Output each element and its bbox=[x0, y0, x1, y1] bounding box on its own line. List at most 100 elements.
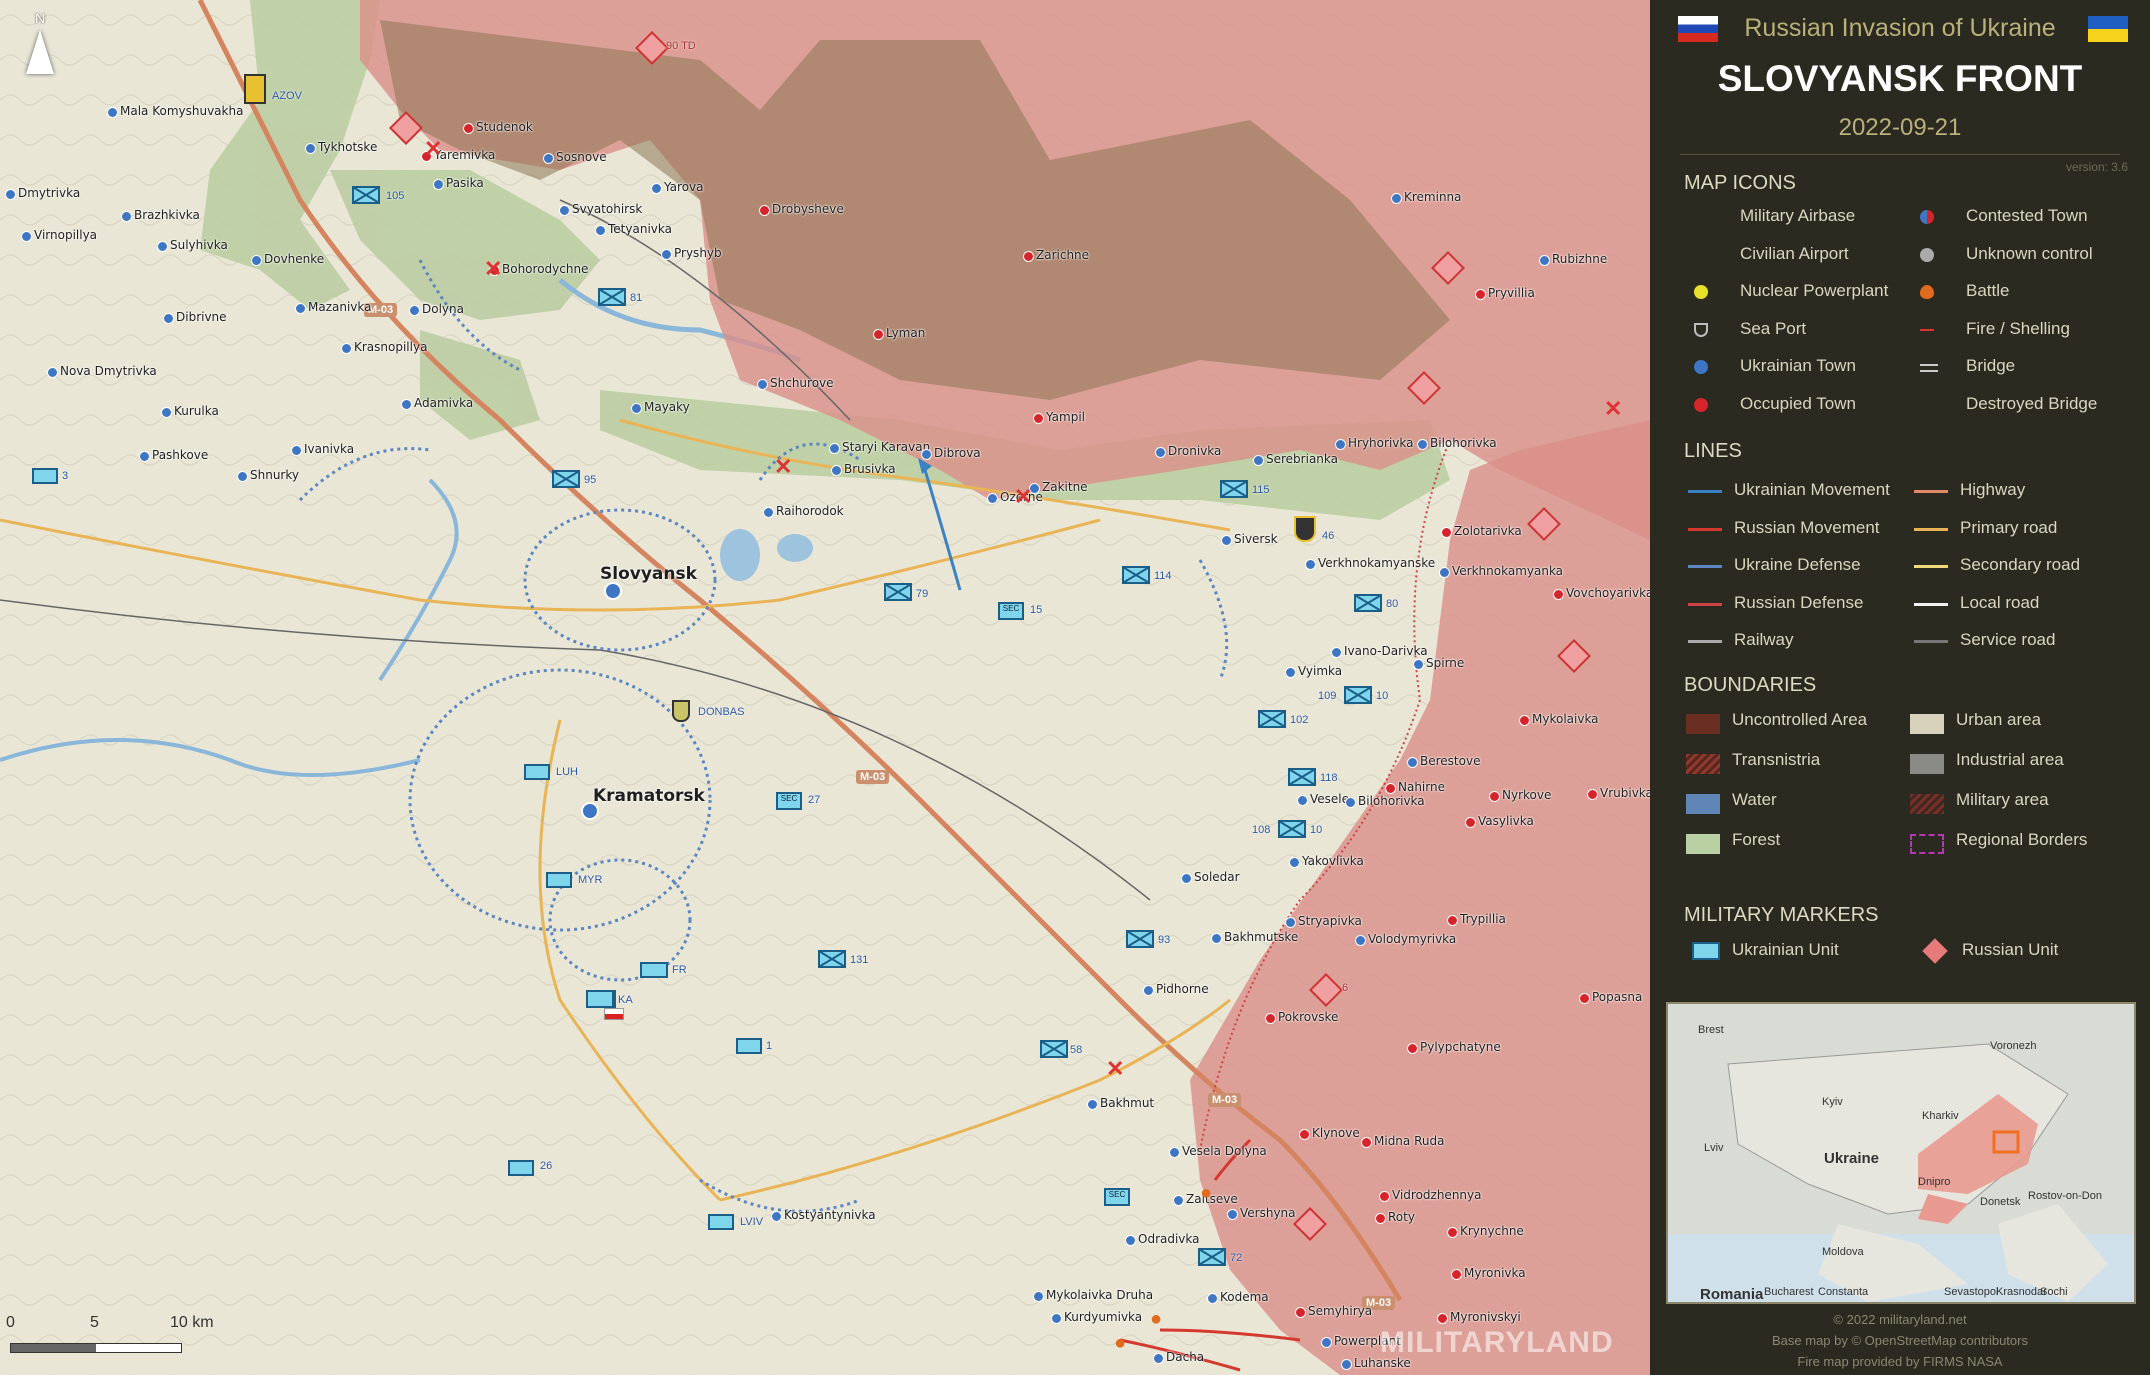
town-label[interactable]: Yaremivka bbox=[434, 148, 495, 162]
town-label[interactable]: Vesela Dolyna bbox=[1182, 1144, 1267, 1158]
ukrainian-unit-marker[interactable] bbox=[1258, 710, 1286, 728]
town-label[interactable]: Brusivka bbox=[844, 462, 896, 476]
town-label[interactable]: Kodema bbox=[1220, 1290, 1269, 1304]
town-label[interactable]: Yampil bbox=[1046, 410, 1085, 424]
lviv-badge[interactable] bbox=[708, 1214, 734, 1230]
donbas-emblem-icon[interactable] bbox=[672, 700, 690, 722]
town-label[interactable]: Yarova bbox=[664, 180, 704, 194]
town-label[interactable]: Yakovlivka bbox=[1302, 854, 1364, 868]
ukrainian-unit-marker[interactable] bbox=[598, 288, 626, 306]
town-label[interactable]: Studenok bbox=[476, 120, 533, 134]
ukrainian-unit-marker[interactable] bbox=[1040, 1040, 1068, 1058]
town-label[interactable]: Brazhkivka bbox=[134, 208, 200, 222]
town-label[interactable]: Stryapivka bbox=[1298, 914, 1362, 928]
azov-emblem-icon[interactable] bbox=[244, 74, 266, 104]
town-label[interactable]: Mayaky bbox=[644, 400, 690, 414]
ukrainian-unit-marker[interactable] bbox=[552, 470, 580, 488]
town-label[interactable]: Nahirne bbox=[1398, 780, 1445, 794]
town-label[interactable]: Dibrivne bbox=[176, 310, 227, 324]
town-label[interactable]: Pidhorne bbox=[1156, 982, 1209, 996]
town-label[interactable]: Shchurove bbox=[770, 376, 834, 390]
town-label[interactable]: Pashkove bbox=[152, 448, 208, 462]
town-label[interactable]: Pryshyb bbox=[674, 246, 722, 260]
town-label[interactable]: Bakhmutske bbox=[1224, 930, 1298, 944]
town-label[interactable]: Zolotarivka bbox=[1454, 524, 1522, 538]
ukrainian-unit-marker[interactable] bbox=[1126, 930, 1154, 948]
unit-badge-small[interactable] bbox=[736, 1038, 762, 1054]
town-label-major[interactable]: Kramatorsk bbox=[593, 786, 705, 806]
town-label[interactable]: Odradivka bbox=[1138, 1232, 1200, 1246]
town-label[interactable]: Mala Komyshuvakha bbox=[120, 104, 243, 118]
town-label[interactable]: Mykolaivka bbox=[1532, 712, 1599, 726]
town-label[interactable]: Kurdyumivka bbox=[1064, 1310, 1142, 1324]
town-label[interactable]: Raihorodok bbox=[776, 504, 844, 518]
town-label[interactable]: Dmytrivka bbox=[18, 186, 80, 200]
town-label[interactable]: Lyman bbox=[886, 326, 925, 340]
town-label[interactable]: Vesele bbox=[1310, 792, 1349, 806]
town-label[interactable]: Serebrianka bbox=[1266, 452, 1338, 466]
town-label[interactable]: Zarichne bbox=[1036, 248, 1089, 262]
town-label[interactable]: Sulyhivka bbox=[170, 238, 228, 252]
town-label[interactable]: Siversk bbox=[1234, 532, 1278, 546]
town-label[interactable]: Verkhnokamyanske bbox=[1318, 556, 1435, 570]
town-label[interactable]: Mykolaivka Druha bbox=[1046, 1288, 1153, 1302]
fr-badge[interactable] bbox=[640, 962, 668, 978]
town-label[interactable]: Popasna bbox=[1592, 990, 1642, 1004]
town-label[interactable]: Dacha bbox=[1166, 1350, 1204, 1364]
ukrainian-unit-marker[interactable] bbox=[352, 186, 380, 204]
town-label[interactable]: Vovchoyarivka bbox=[1566, 586, 1650, 600]
luh-badge[interactable] bbox=[524, 764, 550, 780]
ukrainian-unit-marker[interactable] bbox=[1122, 566, 1150, 584]
destroyed-bridge-icon[interactable]: ✕ bbox=[774, 454, 792, 480]
ukrainian-unit-marker[interactable] bbox=[818, 950, 846, 968]
town-label[interactable]: Mazanivka bbox=[308, 300, 372, 314]
battle-fire-icon[interactable]: ● bbox=[1200, 1182, 1212, 1205]
town-label[interactable]: Nova Dmytrivka bbox=[60, 364, 157, 378]
town-label[interactable]: Vasylivka bbox=[1478, 814, 1534, 828]
town-label[interactable]: Krasnopillya bbox=[354, 340, 427, 354]
town-label[interactable]: Vrubivka bbox=[1600, 786, 1650, 800]
ukrainian-unit-marker[interactable] bbox=[1220, 480, 1248, 498]
town-label[interactable]: Bakhmut bbox=[1100, 1096, 1154, 1110]
town-label[interactable]: Dolyna bbox=[422, 302, 464, 316]
town-label[interactable]: Kreminna bbox=[1404, 190, 1462, 204]
town-label[interactable]: Vyimka bbox=[1298, 664, 1342, 678]
town-label[interactable]: Virnopillya bbox=[34, 228, 97, 242]
brigade-46-emblem-icon[interactable] bbox=[1294, 516, 1316, 542]
unit-badge-small[interactable] bbox=[508, 1160, 534, 1176]
sec-unit-badge[interactable]: SEC bbox=[1104, 1188, 1130, 1206]
town-label[interactable]: Myronivskyi bbox=[1450, 1310, 1521, 1324]
town-label[interactable]: Shnurky bbox=[250, 468, 299, 482]
town-label[interactable]: Kurulka bbox=[174, 404, 219, 418]
town-label[interactable]: Volodymyrivka bbox=[1368, 932, 1456, 946]
town-label[interactable]: Bilohorivka bbox=[1430, 436, 1497, 450]
town-label[interactable]: Myronivka bbox=[1464, 1266, 1526, 1280]
town-label[interactable]: Tykhotske bbox=[318, 140, 377, 154]
town-label[interactable]: Klynove bbox=[1312, 1126, 1360, 1140]
town-label[interactable]: Ivano-Darivka bbox=[1344, 644, 1428, 658]
destroyed-bridge-icon[interactable]: ✕ bbox=[1014, 484, 1032, 510]
sec-unit-badge[interactable]: SEC bbox=[998, 602, 1024, 620]
ukrainian-unit-marker[interactable] bbox=[1344, 686, 1372, 704]
ukrainian-unit-marker[interactable] bbox=[1288, 768, 1316, 786]
town-label[interactable]: Soledar bbox=[1194, 870, 1240, 884]
town-label[interactable]: Verkhnokamyanka bbox=[1452, 564, 1563, 578]
myr-badge[interactable] bbox=[546, 872, 572, 888]
town-label[interactable]: Semyhirya bbox=[1308, 1304, 1372, 1318]
town-label[interactable]: Pylypchatyne bbox=[1420, 1040, 1501, 1054]
town-label[interactable]: Ivanivka bbox=[304, 442, 354, 456]
town-label[interactable]: Bilohorivka bbox=[1358, 794, 1425, 808]
ka-badge[interactable] bbox=[586, 990, 614, 1008]
ukrainian-unit-marker[interactable] bbox=[1198, 1248, 1226, 1266]
town-label[interactable]: Spirne bbox=[1426, 656, 1464, 670]
ukrainian-unit-marker[interactable] bbox=[1354, 594, 1382, 612]
town-label[interactable]: Krynychne bbox=[1460, 1224, 1524, 1238]
town-label[interactable]: Pasika bbox=[446, 176, 484, 190]
destroyed-bridge-icon[interactable]: ✕ bbox=[424, 136, 442, 162]
ukrainian-unit-marker[interactable] bbox=[1278, 820, 1306, 838]
town-label[interactable]: Nyrkove bbox=[1502, 788, 1551, 802]
town-label[interactable]: Drobysheve bbox=[772, 202, 844, 216]
battle-fire-icon[interactable]: ● bbox=[1114, 1332, 1126, 1355]
town-label[interactable]: Rubizhne bbox=[1552, 252, 1607, 266]
town-label[interactable]: Adamivka bbox=[414, 396, 473, 410]
